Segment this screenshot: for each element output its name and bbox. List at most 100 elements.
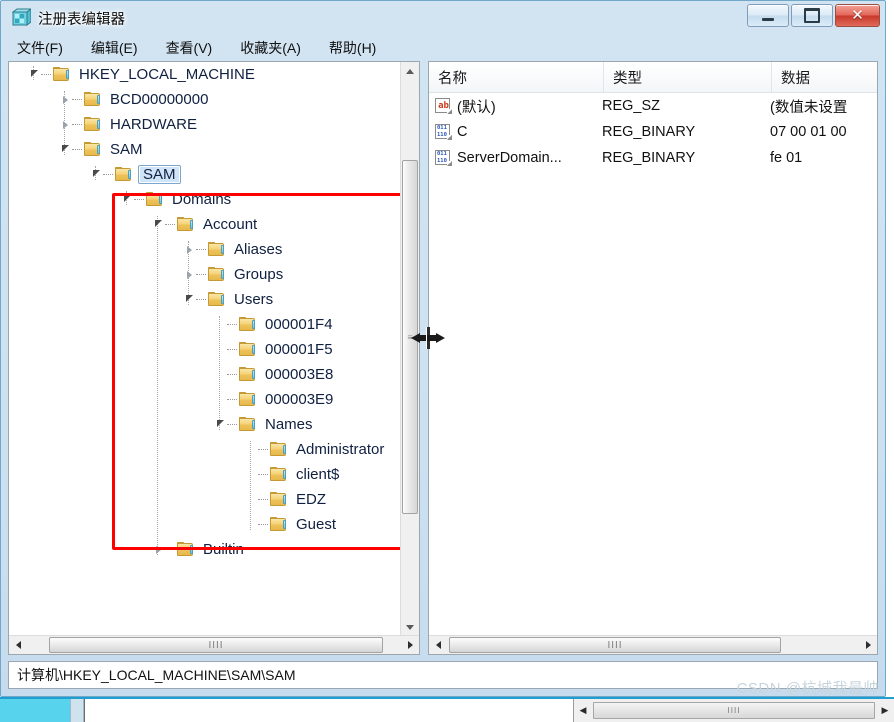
list-scroll-right-button[interactable] bbox=[859, 636, 877, 654]
tree-node-spacer bbox=[213, 362, 227, 387]
maximize-button[interactable] bbox=[791, 4, 833, 27]
tree-node[interactable]: Guest bbox=[9, 512, 401, 537]
tree-node[interactable]: EDZ bbox=[9, 487, 401, 512]
tree-node[interactable]: Administrator bbox=[9, 437, 401, 462]
tree-scroll-right-button[interactable] bbox=[401, 636, 419, 654]
tree-vertical-track[interactable]: ≡ bbox=[401, 80, 419, 618]
tree-node-spacer bbox=[244, 512, 258, 537]
tree-node-label: Account bbox=[203, 216, 258, 233]
tree-connector-line bbox=[196, 237, 208, 262]
tree-node[interactable]: client$ bbox=[9, 462, 401, 487]
value-row[interactable]: 011 110 ServerDomain... REG_BINARY fe 01 bbox=[429, 145, 877, 171]
tree-node[interactable]: Builtin bbox=[9, 537, 401, 562]
collapse-arrow-icon[interactable] bbox=[182, 237, 196, 262]
title-bar[interactable]: 注册表编辑器 ✕ bbox=[1, 1, 885, 35]
tree-node-label: Administrator bbox=[296, 441, 385, 458]
tree-node[interactable]: Groups bbox=[9, 262, 401, 287]
tree-node[interactable]: 000001F5 bbox=[9, 337, 401, 362]
registry-tree[interactable]: HKEY_LOCAL_MACHINE BCD00000000 HARDWARE SAM… bbox=[9, 62, 401, 636]
expand-arrow-icon[interactable] bbox=[151, 212, 165, 237]
tree-node-spacer bbox=[244, 462, 258, 487]
tree-connector-line bbox=[227, 387, 239, 412]
collapse-arrow-icon[interactable] bbox=[58, 112, 72, 137]
tree-scroll-up-button[interactable] bbox=[401, 62, 419, 80]
tree-node[interactable]: 000003E8 bbox=[9, 362, 401, 387]
background-window-gap bbox=[70, 699, 84, 722]
pane-splitter[interactable] bbox=[420, 61, 428, 655]
binary-value-icon: 011 110 bbox=[435, 124, 452, 140]
expand-arrow-icon[interactable] bbox=[58, 137, 72, 162]
tree-node[interactable]: HARDWARE bbox=[9, 112, 401, 137]
menu-help[interactable]: 帮助(H) bbox=[325, 36, 380, 60]
tree-vertical-scrollbar[interactable]: ≡ bbox=[400, 62, 419, 636]
column-header-data[interactable]: 数据 bbox=[772, 62, 877, 92]
background-scroll-thumb[interactable]: IIII bbox=[593, 702, 875, 719]
triangle-down-icon bbox=[61, 145, 69, 152]
menu-edit[interactable]: 编辑(E) bbox=[87, 36, 142, 60]
tree-node[interactable]: SAM bbox=[9, 162, 401, 187]
value-name: ServerDomain... bbox=[457, 150, 562, 166]
values-list[interactable]: ab (默认) REG_SZ (数值未设置 011 110 C REG_BINARY 07 00… bbox=[429, 93, 877, 654]
registry-editor-window: 注册表编辑器 ✕ 文件(F) 编辑(E) 查看(V) 收藏夹(A) 帮助(H) … bbox=[0, 0, 886, 697]
collapse-arrow-icon[interactable] bbox=[182, 262, 196, 287]
tree-node[interactable]: Names bbox=[9, 412, 401, 437]
close-button[interactable]: ✕ bbox=[835, 4, 880, 27]
tree-node[interactable]: Aliases bbox=[9, 237, 401, 262]
tree-node[interactable]: Domains bbox=[9, 187, 401, 212]
minimize-button[interactable] bbox=[747, 4, 789, 27]
chevron-right-icon bbox=[407, 641, 413, 649]
background-accent-strip bbox=[0, 699, 70, 722]
binary-value-icon: 011 110 bbox=[435, 150, 452, 166]
tree-connector-line bbox=[41, 62, 53, 87]
expand-arrow-icon[interactable] bbox=[89, 162, 103, 187]
tree-vertical-thumb[interactable]: ≡ bbox=[402, 160, 418, 514]
menu-file[interactable]: 文件(F) bbox=[13, 36, 67, 60]
client-area: HKEY_LOCAL_MACHINE BCD00000000 HARDWARE SAM… bbox=[8, 61, 878, 689]
column-header-type[interactable]: 类型 bbox=[604, 62, 772, 92]
folder-key-icon bbox=[270, 467, 287, 482]
expand-arrow-icon[interactable] bbox=[213, 412, 227, 437]
expand-arrow-icon[interactable] bbox=[120, 187, 134, 212]
tree-horizontal-track[interactable]: IIII bbox=[27, 636, 401, 654]
background-scroll-right-arrow[interactable]: ▶ bbox=[876, 705, 894, 716]
tree-connector-line bbox=[258, 512, 270, 537]
string-value-icon: ab bbox=[435, 98, 452, 114]
tree-scroll-left-button[interactable] bbox=[9, 636, 27, 654]
list-horizontal-thumb[interactable]: IIII bbox=[449, 637, 781, 653]
collapse-arrow-icon[interactable] bbox=[151, 537, 165, 562]
panes-container: HKEY_LOCAL_MACHINE BCD00000000 HARDWARE SAM… bbox=[8, 61, 878, 655]
tree-node[interactable]: Users bbox=[9, 287, 401, 312]
tree-node[interactable]: 000001F4 bbox=[9, 312, 401, 337]
menu-view[interactable]: 查看(V) bbox=[162, 36, 217, 60]
list-scroll-left-button[interactable] bbox=[429, 636, 447, 654]
background-horizontal-scrollbar[interactable]: ◀ IIII ▶ bbox=[573, 699, 894, 722]
tree-node[interactable]: Account bbox=[9, 212, 401, 237]
chevron-right-icon bbox=[865, 641, 871, 649]
registry-tree-pane[interactable]: HKEY_LOCAL_MACHINE BCD00000000 HARDWARE SAM… bbox=[8, 61, 420, 655]
collapse-arrow-icon[interactable] bbox=[58, 87, 72, 112]
tree-node[interactable]: BCD00000000 bbox=[9, 87, 401, 112]
column-header-name[interactable]: 名称 bbox=[429, 62, 604, 92]
tree-connector-line bbox=[227, 362, 239, 387]
expand-arrow-icon[interactable] bbox=[27, 62, 41, 87]
tree-node[interactable]: SAM bbox=[9, 137, 401, 162]
folder-key-icon bbox=[239, 392, 256, 407]
tree-node[interactable]: 000003E9 bbox=[9, 387, 401, 412]
status-bar: 计算机\HKEY_LOCAL_MACHINE\SAM\SAM bbox=[8, 661, 878, 689]
tree-horizontal-thumb[interactable]: IIII bbox=[49, 637, 383, 653]
value-row[interactable]: ab (默认) REG_SZ (数值未设置 bbox=[429, 93, 877, 119]
value-name: (默认) bbox=[457, 99, 496, 116]
expand-arrow-icon[interactable] bbox=[182, 287, 196, 312]
chevron-left-icon bbox=[435, 641, 441, 649]
list-horizontal-track[interactable]: IIII bbox=[447, 636, 859, 654]
tree-node-label: Groups bbox=[234, 266, 284, 283]
tree-scroll-down-button[interactable] bbox=[401, 618, 419, 636]
list-horizontal-scrollbar[interactable]: IIII bbox=[429, 635, 877, 654]
tree-node[interactable]: HKEY_LOCAL_MACHINE bbox=[9, 62, 401, 87]
menu-bar: 文件(F) 编辑(E) 查看(V) 收藏夹(A) 帮助(H) bbox=[1, 35, 885, 61]
value-row[interactable]: 011 110 C REG_BINARY 07 00 01 00 bbox=[429, 119, 877, 145]
menu-favorites[interactable]: 收藏夹(A) bbox=[236, 36, 305, 60]
registry-values-pane[interactable]: 名称 类型 数据 ab (默认) REG_SZ (数值未设置 011 110 C REG_BI… bbox=[428, 61, 878, 655]
background-scroll-left-arrow[interactable]: ◀ bbox=[574, 705, 592, 716]
tree-horizontal-scrollbar[interactable]: IIII bbox=[9, 635, 419, 654]
